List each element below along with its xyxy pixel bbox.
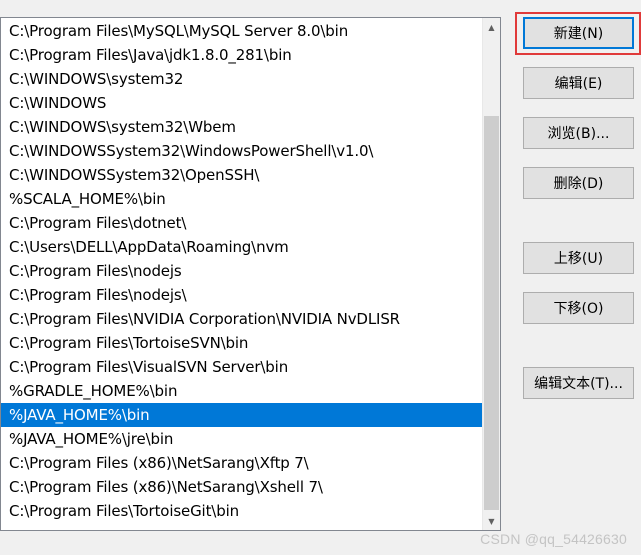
list-item[interactable]: C:\WINDOWSSystem32\WindowsPowerShell\v1.… bbox=[1, 139, 483, 163]
scroll-up-arrow-icon[interactable]: ▲ bbox=[483, 18, 500, 36]
list-item[interactable]: C:\WINDOWS\system32\Wbem bbox=[1, 115, 483, 139]
edit-button[interactable]: 编辑(E) bbox=[523, 67, 634, 99]
list-item[interactable]: C:\WINDOWSSystem32\OpenSSH\ bbox=[1, 163, 483, 187]
browse-button[interactable]: 浏览(B)... bbox=[523, 117, 634, 149]
list-item[interactable]: C:\Program Files\nodejs\ bbox=[1, 283, 483, 307]
move-up-button[interactable]: 上移(U) bbox=[523, 242, 634, 274]
list-item[interactable]: C:\Program Files\Java\jdk1.8.0_281\bin bbox=[1, 43, 483, 67]
list-item[interactable]: C:\Program Files\TortoiseSVN\bin bbox=[1, 331, 483, 355]
list-item[interactable]: C:\Program Files\VisualSVN Server\bin bbox=[1, 355, 483, 379]
scroll-thumb[interactable] bbox=[484, 116, 499, 510]
list-item[interactable]: C:\Program Files (x86)\NetSarang\Xftp 7\ bbox=[1, 451, 483, 475]
list-item[interactable]: C:\Program Files\MySQL\MySQL Server 8.0\… bbox=[1, 19, 483, 43]
delete-button[interactable]: 删除(D) bbox=[523, 167, 634, 199]
list-item[interactable]: C:\Program Files\NVIDIA Corporation\NVID… bbox=[1, 307, 483, 331]
edit-text-button[interactable]: 编辑文本(T)... bbox=[523, 367, 634, 399]
list-item[interactable]: C:\Program Files\TortoiseGit\bin bbox=[1, 499, 483, 523]
list-item[interactable]: %JAVA_HOME%\jre\bin bbox=[1, 427, 483, 451]
scroll-down-arrow-icon[interactable]: ▼ bbox=[483, 512, 500, 530]
list-item[interactable]: C:\Program Files\dotnet\ bbox=[1, 211, 483, 235]
vertical-scrollbar[interactable]: ▲ ▼ bbox=[482, 18, 500, 530]
new-button[interactable]: 新建(N) bbox=[523, 17, 634, 49]
list-item[interactable]: %GRADLE_HOME%\bin bbox=[1, 379, 483, 403]
list-item[interactable]: C:\Program Files (x86)\NetSarang\Xshell … bbox=[1, 475, 483, 499]
list-item[interactable]: C:\WINDOWS\system32 bbox=[1, 67, 483, 91]
path-list-items: C:\Program Files\MySQL\MySQL Server 8.0\… bbox=[1, 19, 483, 523]
list-item[interactable]: C:\Program Files\nodejs bbox=[1, 259, 483, 283]
path-list[interactable]: C:\Program Files\MySQL\MySQL Server 8.0\… bbox=[0, 17, 501, 531]
move-down-button[interactable]: 下移(O) bbox=[523, 292, 634, 324]
list-item[interactable]: %SCALA_HOME%\bin bbox=[1, 187, 483, 211]
list-item[interactable]: C:\WINDOWS bbox=[1, 91, 483, 115]
list-item[interactable]: %JAVA_HOME%\bin bbox=[1, 403, 483, 427]
list-item[interactable]: C:\Users\DELL\AppData\Roaming\nvm bbox=[1, 235, 483, 259]
watermark: CSDN @qq_54426630 bbox=[480, 531, 627, 547]
